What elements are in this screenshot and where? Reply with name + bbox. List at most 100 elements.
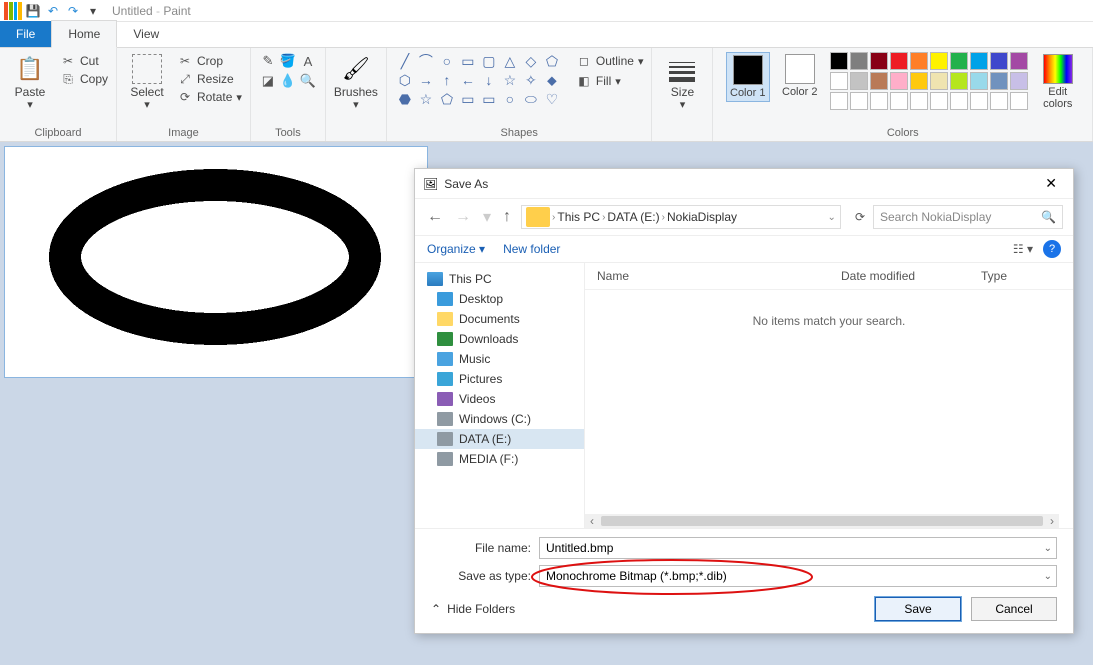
palette-swatch[interactable] [910,72,928,90]
palette-swatch[interactable] [1010,52,1028,70]
rotate-button[interactable]: ⟳Rotate ▾ [177,88,242,106]
palette-swatch-empty[interactable] [850,92,868,110]
view-mode-icon[interactable]: ☷ ▾ [1013,242,1033,256]
undo-icon[interactable]: ↶ [44,2,62,20]
folder-tree[interactable]: This PC Desktop Documents Downloads Musi… [415,263,585,528]
up-icon[interactable]: ↑ [501,206,513,228]
recent-icon[interactable]: ▾ [481,205,493,229]
cut-button[interactable]: ✂Cut [60,52,108,70]
bucket-icon[interactable]: 🪣 [279,52,297,70]
forward-icon[interactable]: → [453,206,473,228]
column-headers[interactable]: Name Date modified Type [585,263,1073,290]
save-icon[interactable]: 💾 [24,2,42,20]
hide-folders-button[interactable]: ⌃ Hide Folders [431,602,515,616]
back-icon[interactable]: ← [425,206,445,228]
palette-swatch[interactable] [890,52,908,70]
chevron-down-icon[interactable]: ⌄ [1044,571,1052,582]
palette-swatch[interactable] [950,52,968,70]
tab-file[interactable]: File [0,21,51,47]
palette-swatch[interactable] [970,72,988,90]
tab-home[interactable]: Home [51,20,117,48]
palette-swatch-empty[interactable] [830,92,848,110]
tree-videos[interactable]: Videos [415,389,584,409]
palette-swatch[interactable] [830,72,848,90]
file-list[interactable]: Name Date modified Type No items match y… [585,263,1073,528]
help-icon[interactable]: ? [1043,240,1061,258]
tree-downloads[interactable]: Downloads [415,329,584,349]
palette-swatch[interactable] [850,72,868,90]
cancel-button[interactable]: Cancel [971,597,1057,621]
palette-swatch[interactable] [1010,72,1028,90]
palette-swatch[interactable] [830,52,848,70]
tree-drive-f[interactable]: MEDIA (F:) [415,449,584,469]
shape-gallery[interactable]: ╱⌒○▭▢△◇⬠ ⬡→↑←↓☆✧⬥ ⬣☆⬠▭▭○⬭♡ [395,52,562,108]
filename-field[interactable]: Untitled.bmp⌄ [539,537,1057,559]
tree-desktop[interactable]: Desktop [415,289,584,309]
tree-this-pc[interactable]: This PC [415,269,584,289]
qat-customize-icon[interactable]: ▾ [84,2,102,20]
organize-button[interactable]: Organize ▾ [427,242,485,256]
palette-swatch-empty[interactable] [910,92,928,110]
shape-fill-button[interactable]: ◧Fill ▾ [576,72,644,90]
tree-documents[interactable]: Documents [415,309,584,329]
color1-button[interactable]: Color 1 [726,52,770,102]
palette-swatch[interactable] [870,72,888,90]
shape-outline-button[interactable]: ◻Outline ▾ [576,52,644,70]
save-button[interactable]: Save [875,597,961,621]
palette-swatch[interactable] [850,52,868,70]
close-icon[interactable]: ✕ [1037,173,1065,194]
palette-swatch-empty[interactable] [1010,92,1028,110]
tree-drive-c[interactable]: Windows (C:) [415,409,584,429]
new-folder-button[interactable]: New folder [503,242,560,256]
palette-swatch-empty[interactable] [950,92,968,110]
picker-icon[interactable]: 💧 [279,72,297,90]
search-input[interactable]: Search NokiaDisplay 🔍 [873,205,1063,229]
canvas[interactable] [4,146,428,378]
palette-swatch[interactable] [970,52,988,70]
app-icon [4,2,22,20]
tree-pictures[interactable]: Pictures [415,369,584,389]
eraser-icon[interactable]: ◪ [259,72,277,90]
col-type[interactable]: Type [981,269,1061,283]
color2-button[interactable]: Color 2 [778,52,822,100]
palette-swatch[interactable] [990,72,1008,90]
redo-icon[interactable]: ↷ [64,2,82,20]
horizontal-scrollbar[interactable]: ‹› [585,514,1059,528]
drawn-ellipse [45,167,385,347]
text-icon[interactable]: A [299,52,317,70]
tree-music[interactable]: Music [415,349,584,369]
crop-button[interactable]: ✂Crop [177,52,242,70]
select-button[interactable]: Select▾ [125,52,169,113]
paste-button[interactable]: 📋 Paste▾ [8,52,52,113]
tree-drive-e[interactable]: DATA (E:) [415,429,584,449]
palette-swatch-empty[interactable] [930,92,948,110]
chevron-down-icon[interactable]: ⌄ [1044,543,1052,554]
palette-swatch[interactable] [930,52,948,70]
palette-swatch[interactable] [930,72,948,90]
tab-view[interactable]: View [117,21,175,47]
edit-colors-button[interactable]: Edit colors [1036,52,1080,112]
tool-grid[interactable]: ✎ 🪣 A ◪ 💧 🔍 [259,52,317,90]
group-clipboard: 📋 Paste▾ ✂Cut ⎘Copy Clipboard [0,48,117,141]
pencil-icon[interactable]: ✎ [259,52,277,70]
palette-swatch-empty[interactable] [870,92,888,110]
palette-swatch[interactable] [950,72,968,90]
brushes-button[interactable]: 🖌 Brushes▾ [334,52,378,113]
palette-swatch-empty[interactable] [890,92,908,110]
copy-button[interactable]: ⎘Copy [60,70,108,88]
col-name[interactable]: Name [597,269,841,283]
palette-swatch-empty[interactable] [990,92,1008,110]
palette-swatch[interactable] [910,52,928,70]
breadcrumb[interactable]: › This PC› DATA (E:)› NokiaDisplay ⌄ [521,205,841,229]
zoom-icon[interactable]: 🔍 [299,72,317,90]
color-palette[interactable] [830,52,1028,110]
col-date[interactable]: Date modified [841,269,981,283]
size-button[interactable]: Size▾ [660,52,704,113]
resize-button[interactable]: ⤢Resize [177,70,242,88]
palette-swatch-empty[interactable] [970,92,988,110]
refresh-icon[interactable]: ⟳ [855,210,865,224]
palette-swatch[interactable] [990,52,1008,70]
title-bar: 💾 ↶ ↷ ▾ Untitled - Paint [0,0,1093,22]
palette-swatch[interactable] [890,72,908,90]
palette-swatch[interactable] [870,52,888,70]
